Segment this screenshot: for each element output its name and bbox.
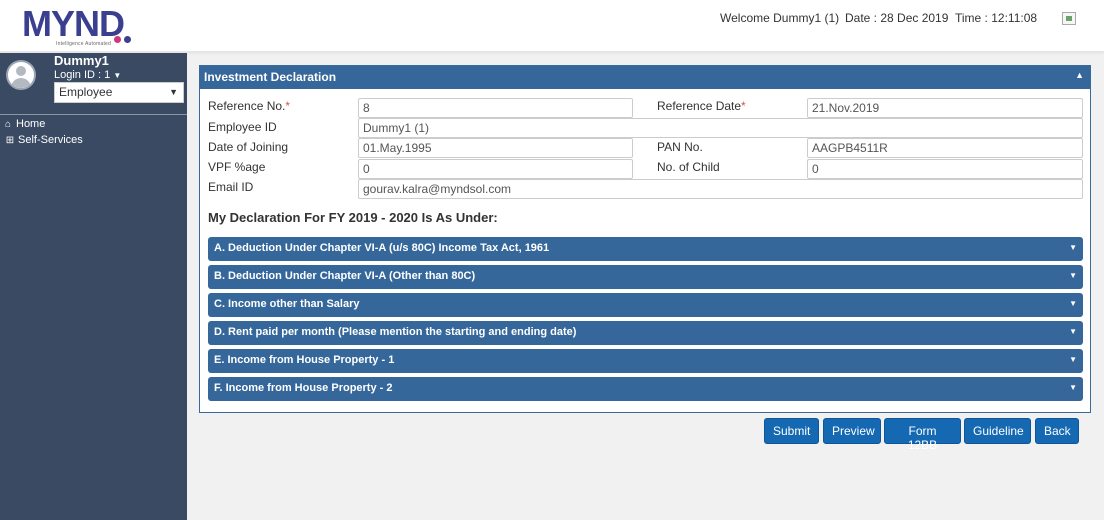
employee-id-label: Employee ID	[208, 120, 277, 134]
panel-header[interactable]: Investment Declaration ▲	[200, 66, 1090, 89]
header-time: Time : 12:11:08	[955, 11, 1038, 25]
section-b-header[interactable]: B. Deduction Under Chapter VI-A (Other t…	[208, 265, 1083, 289]
avatar	[6, 60, 36, 90]
declaration-title: My Declaration For FY 2019 - 2020 Is As …	[208, 210, 498, 225]
date-of-joining-label: Date of Joining	[208, 140, 289, 154]
date-of-joining-field[interactable]: 01.May.1995	[358, 138, 633, 158]
login-id-dropdown[interactable]: Login ID : 1 ▼	[54, 69, 121, 81]
pan-no-label: PAN No.	[657, 140, 703, 154]
broken-image-icon[interactable]	[1062, 12, 1076, 25]
employee-id-field[interactable]: Dummy1 (1)	[358, 118, 1083, 138]
chevron-down-icon: ▼	[1069, 243, 1077, 252]
guideline-button[interactable]: Guideline	[964, 418, 1031, 444]
reference-no-label: Reference No.*	[208, 99, 291, 113]
section-label: A. Deduction Under Chapter VI-A (u/s 80C…	[214, 242, 550, 254]
no-of-child-label: No. of Child	[657, 160, 720, 174]
section-label: B. Deduction Under Chapter VI-A (Other t…	[214, 270, 476, 282]
sidebar-divider	[0, 114, 187, 115]
caret-down-icon: ▼	[113, 71, 122, 80]
logo-dot-pink	[114, 36, 121, 43]
preview-button[interactable]: Preview	[823, 418, 881, 444]
collapse-up-icon[interactable]: ▲	[1075, 70, 1084, 80]
logo-tagline: Intelligence Automated	[56, 41, 111, 47]
chevron-down-icon: ▼	[1069, 299, 1077, 308]
section-label: F. Income from House Property - 2	[214, 382, 393, 394]
section-label: D. Rent paid per month (Please mention t…	[214, 326, 577, 338]
home-icon: ⌂	[4, 118, 12, 130]
chevron-down-icon: ▼	[1069, 271, 1077, 280]
mynd-logo[interactable]: MYND Intelligence Automated	[22, 6, 142, 48]
vpf-label: VPF %age	[208, 160, 266, 174]
login-id-label: Login ID : 1	[54, 69, 111, 81]
reference-date-label: Reference Date*	[657, 99, 746, 113]
back-button[interactable]: Back	[1035, 418, 1079, 444]
reference-no-field[interactable]: 8	[358, 98, 633, 118]
chevron-down-icon: ▼	[169, 87, 178, 97]
submit-button[interactable]: Submit	[764, 418, 819, 444]
logo-dot-blue	[124, 36, 131, 43]
form-12bb-button[interactable]: Form 12BB	[884, 418, 961, 452]
section-f-header[interactable]: F. Income from House Property - 2 ▼	[208, 377, 1083, 401]
chevron-down-icon: ▼	[1069, 383, 1077, 392]
logo-dots	[114, 32, 134, 46]
logo-text: MYND	[22, 3, 125, 44]
chevron-down-icon: ▼	[1069, 327, 1077, 336]
sidebar-item-label: Self-Services	[18, 134, 83, 146]
sidebar-item-self-services[interactable]: ⊞ Self-Services	[4, 134, 83, 146]
no-of-child-field[interactable]: 0	[807, 159, 1083, 179]
header-date: Date : 28 Dec 2019	[845, 11, 949, 25]
sidebar-username: Dummy1	[54, 53, 109, 68]
sidebar: Dummy1 Login ID : 1 ▼ Employee ▼ ⌂ Home …	[0, 53, 187, 520]
section-e-header[interactable]: E. Income from House Property - 1 ▼	[208, 349, 1083, 373]
reference-date-field[interactable]: 21.Nov.2019	[807, 98, 1083, 118]
role-select-value: Employee	[59, 85, 113, 99]
section-c-header[interactable]: C. Income other than Salary ▼	[208, 293, 1083, 317]
section-label: E. Income from House Property - 1	[214, 354, 395, 366]
sidebar-item-label: Home	[16, 118, 46, 130]
welcome-text: Welcome Dummy1 (1)	[720, 11, 840, 25]
expand-plus-icon: ⊞	[5, 134, 15, 146]
role-select[interactable]: Employee ▼	[54, 82, 184, 103]
email-id-field[interactable]: gourav.kalra@myndsol.com	[358, 179, 1083, 199]
top-header: MYND Intelligence Automated Welcome Dumm…	[0, 0, 1104, 52]
section-label: C. Income other than Salary	[214, 298, 360, 310]
section-d-header[interactable]: D. Rent paid per month (Please mention t…	[208, 321, 1083, 345]
pan-no-field[interactable]: AAGPB4511R	[807, 138, 1083, 158]
investment-declaration-panel: Investment Declaration ▲ Reference No.* …	[199, 65, 1091, 413]
sidebar-item-home[interactable]: ⌂ Home	[2, 118, 45, 130]
panel-title: Investment Declaration	[204, 70, 337, 84]
vpf-field[interactable]: 0	[358, 159, 633, 179]
email-id-label: Email ID	[208, 180, 254, 194]
chevron-down-icon: ▼	[1069, 355, 1077, 364]
section-a-header[interactable]: A. Deduction Under Chapter VI-A (u/s 80C…	[208, 237, 1083, 261]
